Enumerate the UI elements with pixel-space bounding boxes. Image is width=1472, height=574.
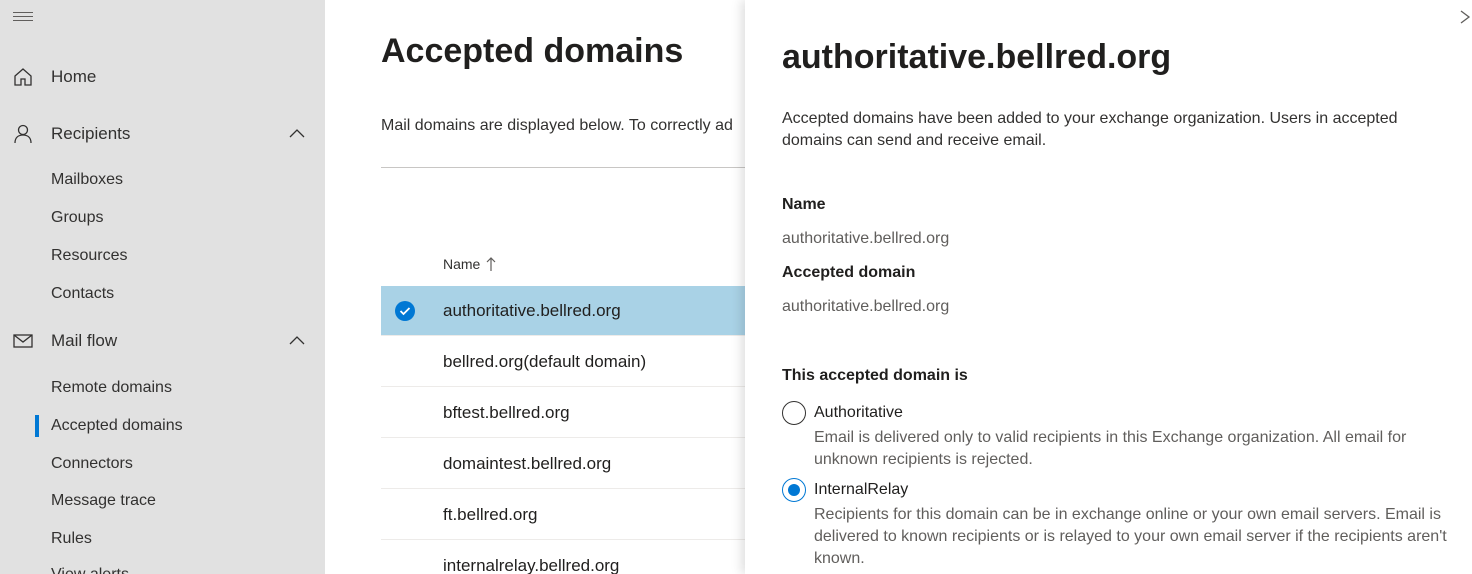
details-panel: authoritative.bellred.org Accepted domai… xyxy=(745,0,1472,574)
sidebar-item-contacts[interactable]: Contacts xyxy=(51,285,114,303)
chevron-up-icon[interactable] xyxy=(288,332,306,350)
sidebar-item-view-alerts[interactable]: View alerts xyxy=(51,566,129,574)
domain-name-cell: authoritative.bellred.org xyxy=(443,301,621,320)
sidebar-item-accepted-domains[interactable]: Accepted domains xyxy=(51,417,183,435)
nav-mail-flow-label: Mail flow xyxy=(51,331,118,350)
domain-name-cell: internalrelay.bellred.org xyxy=(443,556,620,574)
table-row[interactable]: bftest.bellred.org xyxy=(381,388,761,438)
panel-title: authoritative.bellred.org xyxy=(782,38,1172,76)
domain-name-cell: bftest.bellred.org xyxy=(443,403,570,422)
radio-authoritative[interactable] xyxy=(782,401,806,425)
radio-internalrelay-description: Recipients for this domain can be in exc… xyxy=(814,506,1447,567)
name-label: Name xyxy=(782,196,826,213)
sidebar-item-resources[interactable]: Resources xyxy=(51,247,127,265)
nav-home[interactable]: Home xyxy=(0,57,325,97)
hamburger-menu-icon[interactable] xyxy=(13,12,33,26)
close-icon[interactable] xyxy=(1458,8,1472,26)
table-row[interactable]: authoritative.bellred.org xyxy=(381,286,761,336)
nav-home-label: Home xyxy=(51,67,97,86)
panel-description: Accepted domains have been added to your… xyxy=(782,110,1398,149)
column-header-name[interactable]: Name xyxy=(443,256,496,272)
sidebar-item-message-trace[interactable]: Message trace xyxy=(51,492,156,510)
nav-recipients-label: Recipients xyxy=(51,124,131,143)
mail-icon xyxy=(13,334,33,348)
sidebar-item-rules[interactable]: Rules xyxy=(51,530,92,548)
sidebar-item-connectors[interactable]: Connectors xyxy=(51,455,133,473)
domain-name-cell: domaintest.bellred.org xyxy=(443,454,612,473)
checkmark-circle-icon[interactable] xyxy=(395,301,415,321)
domain-name-cell: bellred.org(default domain) xyxy=(443,352,647,371)
page-title: Accepted domains xyxy=(381,32,684,70)
table-row[interactable]: ft.bellred.org xyxy=(381,490,761,540)
column-header-label: Name xyxy=(443,256,481,272)
nav-recipients[interactable]: Recipients xyxy=(0,114,325,154)
sidebar-item-remote-domains[interactable]: Remote domains xyxy=(51,379,172,397)
page-description: Mail domains are displayed below. To cor… xyxy=(381,117,733,134)
table-row[interactable]: bellred.org(default domain) xyxy=(381,337,761,387)
accepted-domain-value: authoritative.bellred.org xyxy=(782,298,950,315)
domain-name-cell: ft.bellred.org xyxy=(443,505,538,524)
nav-mail-flow[interactable]: Mail flow xyxy=(0,321,325,361)
radio-authoritative-label: Authoritative xyxy=(814,404,903,421)
sort-ascending-icon xyxy=(486,257,496,271)
accepted-domain-label: Accepted domain xyxy=(782,264,916,281)
divider xyxy=(381,167,761,168)
table-row[interactable]: domaintest.bellred.org xyxy=(381,439,761,489)
person-icon xyxy=(14,124,32,144)
active-indicator xyxy=(35,415,39,437)
sidebar: Home Recipients Mailboxes Groups Resourc… xyxy=(0,0,325,574)
home-icon xyxy=(14,68,32,86)
chevron-up-icon[interactable] xyxy=(288,125,306,143)
radio-authoritative-description: Email is delivered only to valid recipie… xyxy=(814,429,1407,468)
domain-type-label: This accepted domain is xyxy=(782,367,968,384)
sidebar-item-mailboxes[interactable]: Mailboxes xyxy=(51,171,123,189)
sidebar-item-groups[interactable]: Groups xyxy=(51,209,103,227)
radio-internalrelay-label: InternalRelay xyxy=(814,481,909,498)
table-row[interactable]: internalrelay.bellred.org xyxy=(381,541,761,574)
radio-internalrelay[interactable] xyxy=(782,478,806,502)
name-value: authoritative.bellred.org xyxy=(782,230,950,247)
